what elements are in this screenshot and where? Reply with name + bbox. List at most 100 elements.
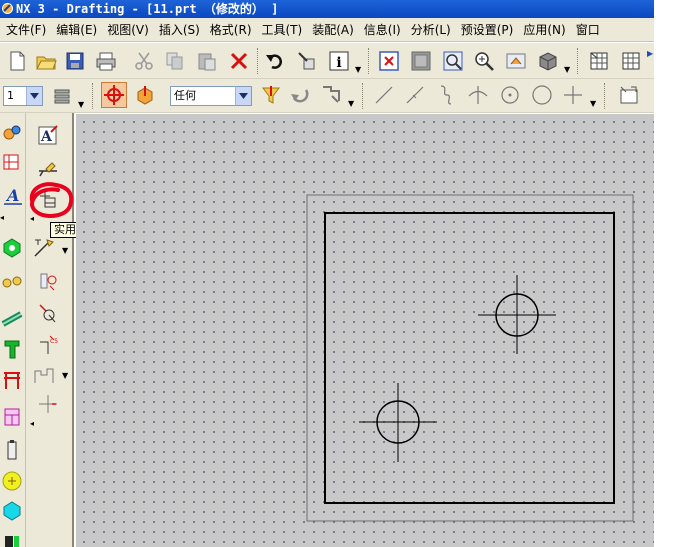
selection-toolbar: 1 ▼ 任何 ▼ ▼ <box>0 79 654 113</box>
chevron-down-icon[interactable]: ▼ <box>78 100 84 109</box>
paste-icon[interactable] <box>194 48 220 74</box>
assembly-icon[interactable] <box>0 121 24 145</box>
filter-funnel-icon[interactable] <box>258 82 284 108</box>
snap-intersection-icon[interactable] <box>465 82 491 108</box>
chevron-left-icon[interactable]: ◂ <box>30 214 34 223</box>
hexagon-icon[interactable] <box>0 236 24 260</box>
yellow-circle-icon[interactable] <box>0 469 24 493</box>
toolbar-separator <box>257 48 259 74</box>
snap-control-icon[interactable] <box>433 82 459 108</box>
drawing-sheet <box>306 194 634 522</box>
standard-toolbar: i ▼ ▼ ▶ <box>0 43 654 79</box>
sheet-border <box>306 194 634 522</box>
info-icon[interactable]: i <box>326 48 352 74</box>
copy-icon[interactable] <box>162 48 188 74</box>
gate-icon[interactable] <box>0 368 24 392</box>
block-icon[interactable] <box>0 527 24 547</box>
pipe-icon[interactable] <box>0 307 24 331</box>
type-filter-select[interactable]: 任何 <box>170 86 252 106</box>
deselect-arrow-icon[interactable] <box>287 82 313 108</box>
zoom-window-icon[interactable] <box>440 48 466 74</box>
menu-assembly[interactable]: 装配(A) <box>307 20 359 40</box>
offset-line-icon[interactable] <box>36 392 60 416</box>
delete-icon[interactable] <box>226 48 252 74</box>
text-style-icon[interactable]: A <box>0 183 24 207</box>
chevron-right-icon[interactable]: ▶ <box>647 49 653 58</box>
toolbar-separator <box>362 83 364 109</box>
fit-view-icon[interactable] <box>376 48 402 74</box>
zoom-icon[interactable] <box>471 48 497 74</box>
save-icon[interactable] <box>62 48 88 74</box>
menu-edit[interactable]: 编辑(E) <box>51 20 102 40</box>
chevron-down-icon[interactable]: ▼ <box>564 65 570 74</box>
chevron-left-icon[interactable]: ◂ <box>0 213 4 222</box>
menu-analysis[interactable]: 分析(L) <box>406 20 456 40</box>
toolbar-separator <box>577 48 579 74</box>
snap-center-icon[interactable] <box>497 82 523 108</box>
undo-icon[interactable] <box>262 48 288 74</box>
crosshatch-icon[interactable] <box>32 362 56 386</box>
print-icon[interactable] <box>93 48 119 74</box>
crosshair-snap-icon[interactable] <box>101 82 127 108</box>
window-title: NX 3 - Drafting - [11.prt （修改的） ] <box>16 2 279 16</box>
select-pointer-icon[interactable] <box>318 82 344 108</box>
menu-view[interactable]: 视图(V) <box>102 20 154 40</box>
info-tool-icon[interactable] <box>294 48 320 74</box>
chevron-down-icon[interactable]: ▼ <box>590 99 596 108</box>
menu-information[interactable]: 信息(I) <box>359 20 406 40</box>
cut-icon[interactable] <box>131 48 157 74</box>
chevron-down-icon[interactable]: ▼ <box>348 99 354 108</box>
gdt-icon[interactable] <box>36 301 60 325</box>
layer-select[interactable]: 1 <box>3 86 43 106</box>
chevron-down-icon[interactable]: ▼ <box>355 65 361 74</box>
layer-settings-icon[interactable] <box>49 83 75 109</box>
menu-bar: 文件(F) 编辑(E) 视图(V) 插入(S) 格式(R) 工具(T) 装配(A… <box>0 18 654 42</box>
snap-point-icon[interactable] <box>560 82 586 108</box>
shaded-icon[interactable] <box>535 48 561 74</box>
table-grid-icon[interactable] <box>618 48 644 74</box>
menu-insert[interactable]: 插入(S) <box>154 20 205 40</box>
layer-value: 1 <box>7 89 14 102</box>
view-layout-icon[interactable] <box>0 151 24 175</box>
snap-quadrant-icon[interactable] <box>529 82 555 108</box>
toolbar-separator <box>604 83 606 109</box>
datum-icon[interactable]: C5 <box>36 333 60 357</box>
svg-text:A: A <box>5 186 19 205</box>
menu-file[interactable]: 文件(F) <box>0 20 51 40</box>
weld-symbol-icon[interactable] <box>36 154 60 178</box>
chevron-down-icon[interactable]: ▼ <box>62 246 68 255</box>
chevron-down-icon[interactable]: ▼ <box>62 371 68 380</box>
annotation-toolbar: A ◂ ▼ C5 ▼ ◂ <box>26 113 74 547</box>
cyan-hexagon-icon[interactable] <box>0 499 24 523</box>
zoom-region-icon[interactable] <box>408 48 434 74</box>
section-line-icon[interactable] <box>32 235 56 259</box>
title-bar: NX 3 - Drafting - [11.prt （修改的） ] <box>0 0 654 18</box>
snap-midpoint-icon[interactable] <box>402 82 428 108</box>
table-icon[interactable] <box>586 48 612 74</box>
chevron-left-icon[interactable]: ◂ <box>30 419 34 428</box>
chevron-down-icon[interactable] <box>26 87 42 105</box>
chevron-down-icon[interactable] <box>235 87 251 105</box>
menu-window[interactable]: 窗口 <box>571 20 605 40</box>
cube-snap-icon[interactable] <box>132 82 158 108</box>
hole-upper-right <box>478 275 556 354</box>
drawing-canvas[interactable] <box>76 114 654 547</box>
new-sheet-icon[interactable] <box>615 82 641 108</box>
menu-tools[interactable]: 工具(T) <box>257 20 308 40</box>
nx-app-icon <box>2 3 13 14</box>
t-shape-icon[interactable] <box>0 337 24 361</box>
open-folder-icon[interactable] <box>33 48 59 74</box>
note-icon[interactable]: A <box>36 123 60 147</box>
part-outline <box>324 212 615 504</box>
utility-symbol-icon[interactable] <box>36 187 60 211</box>
snap-endpoint-icon[interactable] <box>371 82 397 108</box>
menu-application[interactable]: 应用(N) <box>518 20 570 40</box>
new-file-icon[interactable] <box>4 48 30 74</box>
surface-finish-icon[interactable] <box>36 269 60 293</box>
view-tool-icon[interactable] <box>503 48 529 74</box>
pink-connector-icon[interactable] <box>0 405 24 429</box>
battery-icon[interactable] <box>0 438 24 462</box>
menu-preferences[interactable]: 预设置(P) <box>456 20 519 40</box>
menu-format[interactable]: 格式(R) <box>205 20 257 40</box>
chain-icon[interactable] <box>0 269 24 293</box>
